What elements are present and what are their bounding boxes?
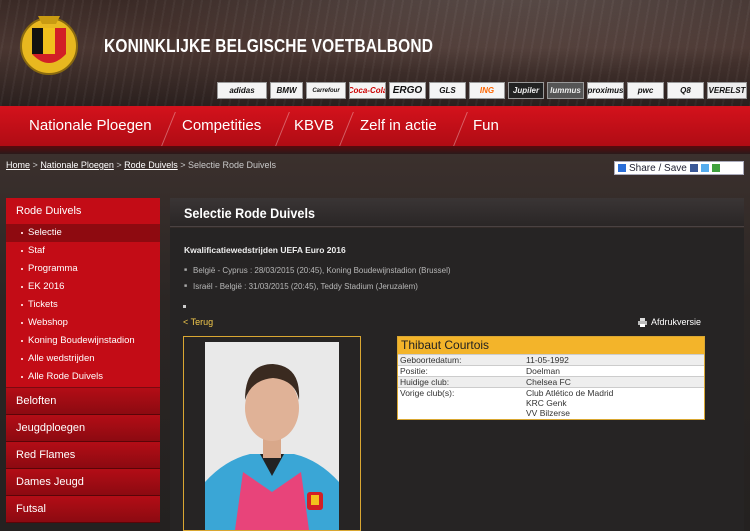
nav-kbvb[interactable]: KBVB (280, 106, 348, 146)
info-value: 11-05-1992 (526, 355, 569, 365)
main-navigation: Nationale Ploegen Competities KBVB Zelf … (0, 106, 750, 146)
sidebar-item-futsal[interactable]: Futsal (6, 496, 160, 523)
player-name: Thibaut Courtois (398, 337, 704, 354)
sidebar-sub-alle-wedstrijden[interactable]: Alle wedstrijden (6, 350, 160, 368)
sidebar-item-jeugdploegen[interactable]: Jeugdploegen (6, 415, 160, 442)
sidebar-section-rode-duivels: Rode Duivels Selectie Staf Programma EK … (6, 198, 160, 388)
back-link[interactable]: < Terug (183, 317, 213, 327)
breadcrumb-nationale-ploegen[interactable]: Nationale Ploegen (40, 160, 114, 170)
info-row-position: Positie: Doelman (398, 365, 704, 376)
site-title[interactable]: KONINKLIJKE BELGISCHE VOETBALBOND (104, 36, 433, 57)
main-content: Selectie Rode Duivels Kwalificatiewedstr… (170, 198, 744, 531)
nav-competities[interactable]: Competities (168, 106, 275, 146)
sponsor-q8[interactable]: Q8 (667, 82, 704, 99)
info-label: Positie: (400, 366, 428, 376)
sponsor-ing[interactable]: ING (469, 82, 505, 99)
sidebar-sub-programma[interactable]: Programma (6, 260, 160, 278)
content-panel: Kwalificatiewedstrijden UEFA Euro 2016 B… (170, 228, 744, 531)
sponsor-adidas[interactable]: adidas (217, 82, 267, 99)
sidebar-item-red-flames[interactable]: Red Flames (6, 442, 160, 469)
player-info-card: Thibaut Courtois Geboortedatum: 11-05-19… (397, 336, 705, 420)
sidebar-item-beloften[interactable]: Beloften (6, 388, 160, 415)
printer-icon (638, 317, 647, 327)
print-label: Afdrukversie (651, 317, 702, 327)
qualification-title: Kwalificatiewedstrijden UEFA Euro 2016 (184, 245, 346, 255)
sponsor-bar: adidas BMW Carrefour Coca-Cola ERGO GLS … (217, 82, 747, 99)
nav-zelf-in-actie[interactable]: Zelf in actie (346, 106, 451, 146)
sponsor-proximus[interactable]: proximus (587, 82, 624, 99)
match-item: België - Cyprus : 28/03/2015 (20:45), Ko… (184, 266, 450, 275)
info-row-birthdate: Geboortedatum: 11-05-1992 (398, 354, 704, 365)
previous-club: VV Bilzerse (526, 408, 570, 418)
twitter-icon[interactable] (700, 164, 709, 172)
sponsor-coca-cola[interactable]: Coca-Cola (349, 82, 386, 99)
breadcrumb-current: Selectie Rode Duivels (188, 160, 277, 170)
previous-club: KRC Genk (526, 398, 567, 408)
breadcrumb-separator: > (180, 160, 186, 170)
share-plus-icon (618, 164, 626, 172)
sidebar-sub-stadion[interactable]: Koning Boudewijnstadion (6, 332, 160, 350)
sponsor-carrefour[interactable]: Carrefour (306, 82, 346, 99)
match-item: Israël - België : 31/03/2015 (20:45), Te… (184, 282, 418, 291)
sidebar-sub-tickets[interactable]: Tickets (6, 296, 160, 314)
sponsor-lummus[interactable]: lummus (547, 82, 584, 99)
info-label: Huidige club: (400, 377, 450, 387)
kbvb-logo[interactable] (20, 6, 78, 86)
info-row-current-club: Huidige club: Chelsea FC (398, 376, 704, 387)
page-title: Selectie Rode Duivels (184, 205, 315, 221)
previous-club: Club Atlético de Madrid (526, 388, 614, 398)
bullet-dot (183, 305, 186, 308)
nav-fun[interactable]: Fun (459, 106, 513, 146)
sponsor-bmw[interactable]: BMW (270, 82, 303, 99)
sidebar-sub-staf[interactable]: Staf (6, 242, 160, 260)
info-value: Doelman (526, 366, 561, 376)
info-row-previous-clubs: Vorige club(s): Club Atlético de Madrid … (398, 387, 704, 418)
facebook-icon[interactable] (689, 164, 698, 172)
site-header: KONINKLIJKE BELGISCHE VOETBALBOND adidas… (0, 0, 750, 106)
player-photo-frame (183, 336, 361, 531)
sidebar-item-dames-jeugd[interactable]: Dames Jeugd (6, 469, 160, 496)
sidebar-sub-ek-2016[interactable]: EK 2016 (6, 278, 160, 296)
breadcrumb-separator: > (116, 160, 122, 170)
info-label: Geboortedatum: (400, 355, 462, 365)
sponsor-jupiler[interactable]: Jupiler (508, 82, 544, 99)
breadcrumb-separator: > (32, 160, 38, 170)
nav-nationale-ploegen[interactable]: Nationale Ploegen (15, 106, 166, 146)
main-title-bar: Selectie Rode Duivels (170, 198, 744, 227)
breadcrumb: Home > Nationale Ploegen > Rode Duivels … (6, 160, 276, 170)
breadcrumb-rode-duivels[interactable]: Rode Duivels (124, 160, 178, 170)
sidebar-sub-webshop[interactable]: Webshop (6, 314, 160, 332)
sponsor-ergo[interactable]: ERGO (389, 82, 426, 99)
info-value-clubs: Club Atlético de Madrid KRC Genk VV Bilz… (526, 388, 704, 418)
nav-shadow-strip (0, 146, 750, 154)
player-photo (205, 342, 339, 530)
info-value: Chelsea FC (526, 377, 571, 387)
sponsor-verelst[interactable]: VERELST (707, 82, 747, 99)
print-version-link[interactable]: Afdrukversie (638, 317, 701, 327)
share-label: Share / Save (629, 162, 687, 174)
more-share-icon[interactable] (711, 164, 720, 172)
sponsor-pwc[interactable]: pwc (627, 82, 664, 99)
sponsor-gls[interactable]: GLS (429, 82, 466, 99)
sidebar-sub-selectie[interactable]: Selectie (6, 224, 160, 242)
breadcrumb-home[interactable]: Home (6, 160, 30, 170)
info-label: Vorige club(s): (400, 388, 455, 398)
sidebar-sub-alle-rode-duivels[interactable]: Alle Rode Duivels (6, 368, 160, 386)
sidebar: Rode Duivels Selectie Staf Programma EK … (6, 198, 160, 531)
sidebar-item-rode-duivels[interactable]: Rode Duivels (6, 198, 160, 224)
share-save-button[interactable]: Share / Save (614, 161, 744, 175)
